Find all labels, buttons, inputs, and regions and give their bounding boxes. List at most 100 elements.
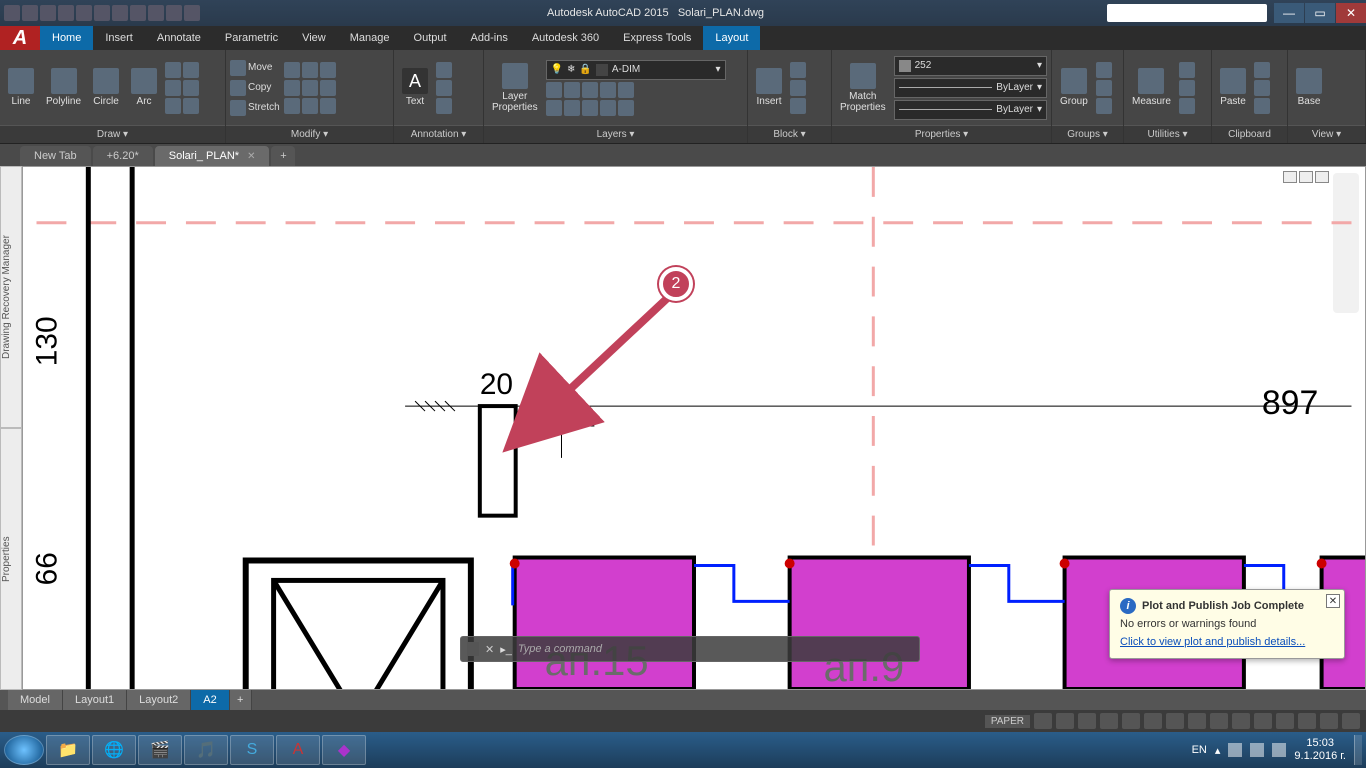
measure-button[interactable]: Measure (1128, 66, 1175, 109)
status-icon[interactable] (1320, 713, 1338, 729)
clip-sm-icon[interactable] (1254, 62, 1270, 78)
layer-sm-icon[interactable] (546, 100, 562, 116)
cmd-close-icon[interactable]: ✕ (485, 643, 494, 656)
palette-recovery[interactable]: Drawing Recovery Manager (0, 166, 22, 428)
status-icon[interactable] (1034, 713, 1052, 729)
drawing-tab[interactable]: New Tab (20, 146, 91, 166)
draw-sm-icon[interactable] (183, 80, 199, 96)
copy-button[interactable]: Copy (248, 82, 271, 93)
modify-sm-icon[interactable] (302, 98, 318, 114)
help-search[interactable] (1107, 4, 1267, 22)
anno-sm-icon[interactable] (436, 62, 452, 78)
status-icon[interactable] (1056, 713, 1074, 729)
tab-home[interactable]: Home (40, 26, 93, 50)
draw-sm-icon[interactable] (183, 98, 199, 114)
new-drawing-tab-button[interactable]: + (271, 146, 295, 166)
drawing-tab[interactable]: Solari_ PLAN*✕ (155, 146, 270, 166)
layer-sm-icon[interactable] (600, 100, 616, 116)
modify-sm-icon[interactable] (284, 80, 300, 96)
qat-icon[interactable] (22, 5, 38, 21)
modify-sm-icon[interactable] (320, 80, 336, 96)
layout-tab[interactable]: Layout2 (127, 690, 191, 710)
tab-manage[interactable]: Manage (338, 26, 402, 50)
match-properties-button[interactable]: Match Properties (836, 61, 890, 115)
qat-icon[interactable] (112, 5, 128, 21)
layer-sm-icon[interactable] (582, 82, 598, 98)
tab-insert[interactable]: Insert (93, 26, 145, 50)
stretch-icon[interactable] (230, 100, 246, 116)
layout-tab-model[interactable]: Model (8, 690, 63, 710)
qat-icon[interactable] (4, 5, 20, 21)
taskbar-app-pdf[interactable]: ◆ (322, 735, 366, 765)
anno-sm-icon[interactable] (436, 98, 452, 114)
circle-button[interactable]: Circle (89, 66, 123, 109)
modify-sm-icon[interactable] (320, 98, 336, 114)
status-icon[interactable] (1188, 713, 1206, 729)
tray-chevron-icon[interactable]: ▴ (1215, 744, 1221, 757)
balloon-details-link[interactable]: Click to view plot and publish details..… (1120, 636, 1305, 648)
tray-network-icon[interactable] (1250, 743, 1264, 757)
status-icon[interactable] (1122, 713, 1140, 729)
tab-autodesk360[interactable]: Autodesk 360 (520, 26, 611, 50)
panel-groups-footer[interactable]: Groups ▾ (1052, 125, 1123, 143)
modify-sm-icon[interactable] (302, 62, 318, 78)
util-sm-icon[interactable] (1179, 62, 1195, 78)
qat-icon[interactable] (130, 5, 146, 21)
panel-view-footer[interactable]: View ▾ (1288, 125, 1365, 143)
status-icon[interactable] (1166, 713, 1184, 729)
modify-sm-icon[interactable] (284, 98, 300, 114)
panel-annotation-footer[interactable]: Annotation ▾ (394, 125, 483, 143)
qat-icon[interactable] (94, 5, 110, 21)
status-icon[interactable] (1342, 713, 1360, 729)
qat-icon[interactable] (184, 5, 200, 21)
layer-sm-icon[interactable] (582, 100, 598, 116)
panel-clipboard-footer[interactable]: Clipboard (1212, 125, 1287, 143)
tab-annotate[interactable]: Annotate (145, 26, 213, 50)
arc-button[interactable]: Arc (127, 66, 161, 109)
color-combo[interactable]: 252▾ (894, 56, 1047, 76)
taskbar-app-mpc[interactable]: 🎬 (138, 735, 182, 765)
taskbar-app-foobar[interactable]: 🎵 (184, 735, 228, 765)
layer-sm-icon[interactable] (618, 82, 634, 98)
palette-properties[interactable]: Properties (0, 428, 22, 690)
status-icon[interactable] (1298, 713, 1316, 729)
close-tab-icon[interactable]: ✕ (247, 151, 255, 162)
taskbar-app-skype[interactable]: S (230, 735, 274, 765)
layer-sm-icon[interactable] (600, 82, 616, 98)
copy-icon[interactable] (230, 80, 246, 96)
show-desktop-button[interactable] (1354, 735, 1362, 765)
layer-sm-icon[interactable] (546, 82, 562, 98)
group-sm-icon[interactable] (1096, 98, 1112, 114)
tray-lang[interactable]: EN (1192, 744, 1207, 756)
group-sm-icon[interactable] (1096, 62, 1112, 78)
block-sm-icon[interactable] (790, 80, 806, 96)
layer-sm-icon[interactable] (564, 82, 580, 98)
taskbar-app-autocad[interactable]: A (276, 735, 320, 765)
text-button[interactable]: AText (398, 66, 432, 109)
layer-sm-icon[interactable] (564, 100, 580, 116)
qat-icon[interactable] (166, 5, 182, 21)
cmd-handle-icon[interactable] (467, 642, 479, 656)
move-icon[interactable] (230, 60, 246, 76)
status-icon[interactable] (1276, 713, 1294, 729)
modify-sm-icon[interactable] (320, 62, 336, 78)
taskbar-app-chrome[interactable]: 🌐 (92, 735, 136, 765)
status-icon[interactable] (1254, 713, 1272, 729)
app-menu-button[interactable]: A (0, 26, 40, 50)
draw-sm-icon[interactable] (183, 62, 199, 78)
lineweight-combo[interactable]: ByLayer▾ (894, 100, 1047, 120)
clip-sm-icon[interactable] (1254, 98, 1270, 114)
drawing-canvas[interactable]: 130 66 20 897 ап.15 ап.9 2 ✕ iPlot and P… (22, 166, 1366, 690)
tab-expresstools[interactable]: Express Tools (611, 26, 703, 50)
line-button[interactable]: Line (4, 66, 38, 109)
base-view-button[interactable]: Base (1292, 66, 1326, 109)
tab-parametric[interactable]: Parametric (213, 26, 290, 50)
status-icon[interactable] (1100, 713, 1118, 729)
draw-sm-icon[interactable] (165, 62, 181, 78)
panel-block-footer[interactable]: Block ▾ (748, 125, 831, 143)
layer-properties-button[interactable]: Layer Properties (488, 61, 542, 115)
qat-icon[interactable] (58, 5, 74, 21)
command-line[interactable]: ✕ ▸_ Type a command (460, 636, 920, 662)
util-sm-icon[interactable] (1179, 80, 1195, 96)
clip-sm-icon[interactable] (1254, 80, 1270, 96)
